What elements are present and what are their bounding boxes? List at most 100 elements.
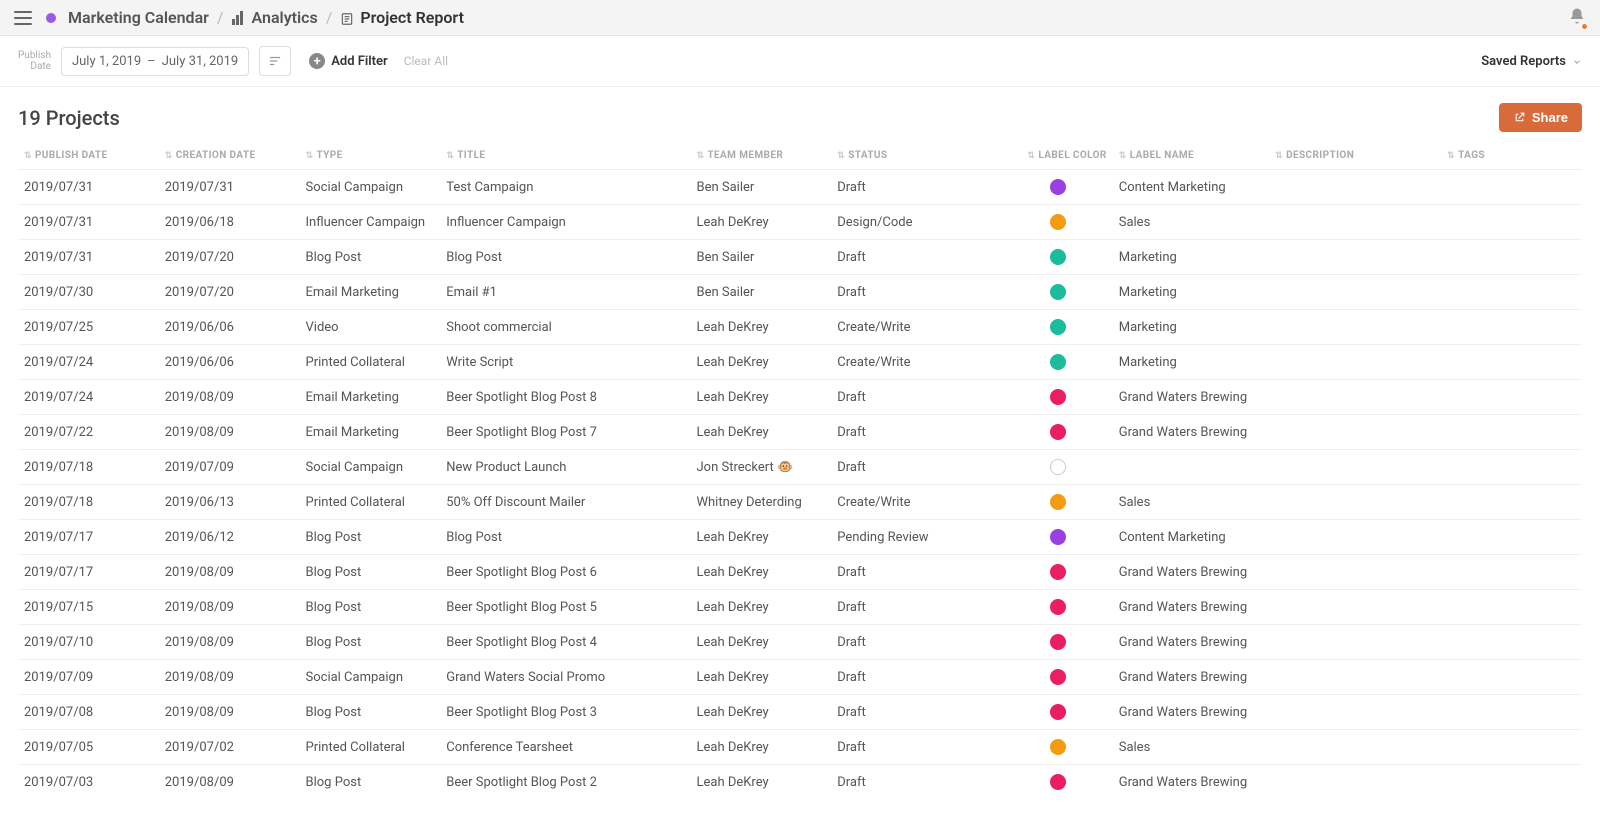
column-header[interactable]: ⇅LABEL NAME — [1113, 142, 1269, 170]
cell-title: Beer Spotlight Blog Post 2 — [440, 765, 690, 800]
column-header[interactable]: ⇅STATUS — [831, 142, 1003, 170]
table-row[interactable]: 2019/07/302019/07/20Email MarketingEmail… — [18, 275, 1582, 310]
cell-type: Influencer Campaign — [300, 205, 441, 240]
breadcrumb-item-report[interactable]: Project Report — [340, 8, 464, 27]
table-row[interactable]: 2019/07/032019/08/09Blog PostBeer Spotli… — [18, 765, 1582, 800]
cell-publish-date: 2019/07/03 — [18, 765, 159, 800]
cell-type: Social Campaign — [300, 450, 441, 485]
cell-creation-date: 2019/06/06 — [159, 345, 300, 380]
cell-title: Beer Spotlight Blog Post 8 — [440, 380, 690, 415]
cell-label-name: Grand Waters Brewing — [1113, 555, 1269, 590]
cell-label-color — [1003, 275, 1112, 310]
cell-tags — [1441, 170, 1582, 205]
cell-label-name: Marketing — [1113, 240, 1269, 275]
clear-all-button[interactable]: Clear All — [404, 54, 448, 68]
cell-description — [1269, 590, 1441, 625]
breadcrumb-item-analytics[interactable]: Analytics — [232, 8, 318, 27]
table-row[interactable]: 2019/07/182019/06/13Printed Collateral50… — [18, 485, 1582, 520]
column-header[interactable]: ⇅TAGS — [1441, 142, 1582, 170]
cell-label-name: Sales — [1113, 205, 1269, 240]
table-row[interactable]: 2019/07/182019/07/09Social CampaignNew P… — [18, 450, 1582, 485]
cell-label-name: Marketing — [1113, 275, 1269, 310]
cell-team-member: Leah DeKrey — [690, 205, 831, 240]
label-color-dot-icon — [1050, 459, 1066, 475]
cell-title: New Product Launch — [440, 450, 690, 485]
cell-title: Influencer Campaign — [440, 205, 690, 240]
sort-button[interactable] — [259, 46, 291, 76]
table-row[interactable]: 2019/07/052019/07/02Printed CollateralCo… — [18, 730, 1582, 765]
cell-status: Draft — [831, 730, 1003, 765]
cell-title: Grand Waters Social Promo — [440, 660, 690, 695]
column-header[interactable]: ⇅DESCRIPTION — [1269, 142, 1441, 170]
cell-description — [1269, 240, 1441, 275]
cell-team-member: Ben Sailer — [690, 240, 831, 275]
cell-team-member: Leah DeKrey — [690, 345, 831, 380]
cell-type: Email Marketing — [300, 415, 441, 450]
table-row[interactable]: 2019/07/092019/08/09Social CampaignGrand… — [18, 660, 1582, 695]
cell-team-member: Leah DeKrey — [690, 415, 831, 450]
column-header[interactable]: ⇅TITLE — [440, 142, 690, 170]
cell-tags — [1441, 485, 1582, 520]
table-row[interactable]: 2019/07/312019/07/20Blog PostBlog PostBe… — [18, 240, 1582, 275]
share-button[interactable]: Share — [1499, 103, 1582, 132]
column-header[interactable]: ⇅TYPE — [300, 142, 441, 170]
cell-publish-date: 2019/07/18 — [18, 485, 159, 520]
cell-label-color — [1003, 660, 1112, 695]
label-color-dot-icon — [1050, 494, 1066, 510]
table-row[interactable]: 2019/07/152019/08/09Blog PostBeer Spotli… — [18, 590, 1582, 625]
notification-dot-icon — [1581, 23, 1588, 30]
table-header-row: ⇅PUBLISH DATE⇅CREATION DATE⇅TYPE⇅TITLE⇅T… — [18, 142, 1582, 170]
table-row[interactable]: 2019/07/312019/06/18Influencer CampaignI… — [18, 205, 1582, 240]
cell-label-name: Marketing — [1113, 310, 1269, 345]
share-label: Share — [1532, 110, 1568, 125]
table-row[interactable]: 2019/07/242019/06/06Printed CollateralWr… — [18, 345, 1582, 380]
cell-title: Conference Tearsheet — [440, 730, 690, 765]
cell-status: Create/Write — [831, 310, 1003, 345]
cell-publish-date: 2019/07/05 — [18, 730, 159, 765]
breadcrumb-label: Project Report — [360, 8, 464, 27]
cell-label-name: Grand Waters Brewing — [1113, 660, 1269, 695]
table-row[interactable]: 2019/07/242019/08/09Email MarketingBeer … — [18, 380, 1582, 415]
cell-tags — [1441, 240, 1582, 275]
column-header[interactable]: ⇅CREATION DATE — [159, 142, 300, 170]
table-row[interactable]: 2019/07/082019/08/09Blog PostBeer Spotli… — [18, 695, 1582, 730]
cell-label-color — [1003, 765, 1112, 800]
table-row[interactable]: 2019/07/252019/06/06VideoShoot commercia… — [18, 310, 1582, 345]
publish-date-label: Publish Date — [18, 50, 51, 72]
table-row[interactable]: 2019/07/222019/08/09Email MarketingBeer … — [18, 415, 1582, 450]
menu-icon[interactable] — [14, 11, 32, 25]
cell-type: Blog Post — [300, 765, 441, 800]
table-row[interactable]: 2019/07/312019/07/31Social CampaignTest … — [18, 170, 1582, 205]
table-row[interactable]: 2019/07/172019/06/12Blog PostBlog PostLe… — [18, 520, 1582, 555]
cell-title: Blog Post — [440, 520, 690, 555]
add-filter-button[interactable]: + Add Filter — [309, 53, 388, 69]
table-row[interactable]: 2019/07/102019/08/09Blog PostBeer Spotli… — [18, 625, 1582, 660]
table-row[interactable]: 2019/07/172019/08/09Blog PostBeer Spotli… — [18, 555, 1582, 590]
cell-label-name: Content Marketing — [1113, 520, 1269, 555]
cell-label-name: Content Marketing — [1113, 170, 1269, 205]
cell-publish-date: 2019/07/17 — [18, 520, 159, 555]
column-header[interactable]: ⇅PUBLISH DATE — [18, 142, 159, 170]
cell-title: Beer Spotlight Blog Post 5 — [440, 590, 690, 625]
column-header[interactable]: ⇅TEAM MEMBER — [690, 142, 831, 170]
cell-title: Email #1 — [440, 275, 690, 310]
saved-reports-dropdown[interactable]: Saved Reports — [1481, 54, 1582, 69]
date-end: July 31, 2019 — [162, 54, 239, 69]
breadcrumb-item-calendar[interactable]: Marketing Calendar — [46, 8, 209, 27]
cell-tags — [1441, 380, 1582, 415]
date-sep: – — [147, 54, 156, 69]
cell-label-color — [1003, 730, 1112, 765]
cell-type: Printed Collateral — [300, 485, 441, 520]
cell-creation-date: 2019/08/09 — [159, 625, 300, 660]
column-header[interactable]: ⇅LABEL COLOR — [1003, 142, 1112, 170]
label-color-dot-icon — [1050, 739, 1066, 755]
date-range-picker[interactable]: July 1, 2019 – July 31, 2019 — [61, 47, 249, 76]
breadcrumb-sep: / — [217, 8, 224, 27]
notifications-icon[interactable] — [1568, 7, 1586, 29]
plus-icon: + — [309, 53, 325, 69]
cell-status: Draft — [831, 170, 1003, 205]
cell-publish-date: 2019/07/17 — [18, 555, 159, 590]
cell-type: Blog Post — [300, 240, 441, 275]
report-icon — [340, 11, 354, 25]
label-color-dot-icon — [1050, 634, 1066, 650]
